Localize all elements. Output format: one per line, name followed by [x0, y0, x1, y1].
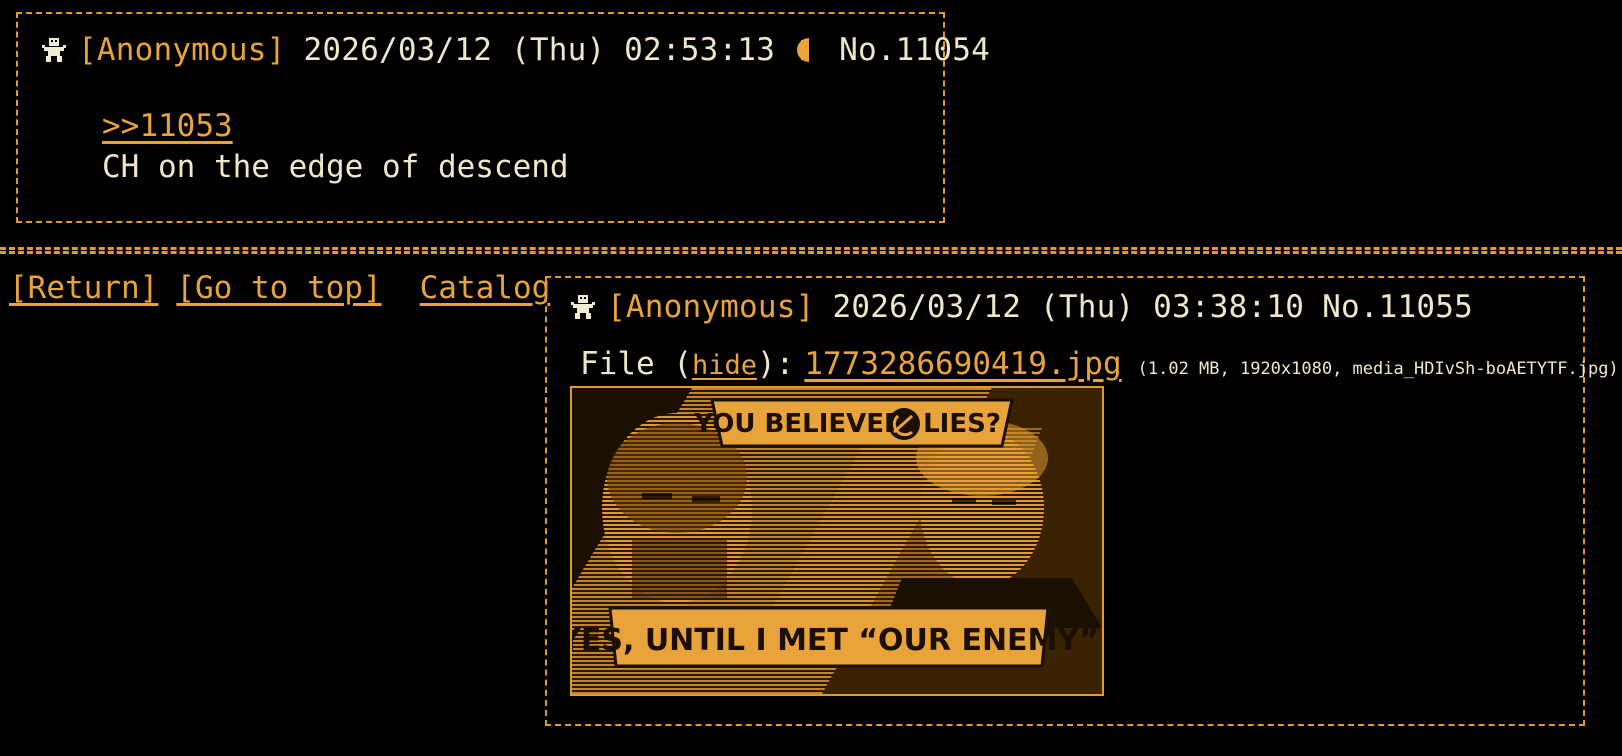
- post-number[interactable]: No.11055: [1322, 289, 1473, 325]
- poster-name: [Anonymous]: [78, 32, 286, 68]
- quote-link[interactable]: >>11053: [102, 108, 233, 144]
- post-header: [Anonymous] 2026/03/12 (Thu) 02:53:13 No…: [40, 32, 990, 68]
- post-date: 2026/03/12 (Thu) 03:38:10: [832, 289, 1305, 325]
- return-link[interactable]: [Return]: [9, 270, 158, 306]
- thread-nav: [Return] [Go to top] Catalog: [9, 270, 568, 306]
- poster-name: [Anonymous]: [607, 289, 815, 325]
- post-header: [Anonymous] 2026/03/12 (Thu) 03:38:10 No…: [569, 289, 1473, 325]
- file-meta: (1.02 MB, 1920x1080, media_HDIvSh-boAETY…: [1137, 359, 1619, 379]
- divider: [0, 251, 1622, 254]
- post-message: CH on the edge of descend: [102, 149, 569, 185]
- catalog-link[interactable]: Catalog: [420, 270, 551, 306]
- post-body: >>11053 CH on the edge of descend: [102, 106, 569, 188]
- file-prefix: File (: [580, 346, 692, 382]
- hide-link[interactable]: hide: [692, 350, 757, 381]
- moon-icon: [793, 36, 813, 64]
- divider: [0, 247, 1622, 250]
- image-caption-top-right: LIES?: [923, 409, 1001, 439]
- file-suffix: ):: [757, 346, 795, 382]
- go-to-top-link[interactable]: [Go to top]: [176, 270, 381, 306]
- post-11054: [Anonymous] 2026/03/12 (Thu) 02:53:13 No…: [16, 12, 990, 223]
- file-link[interactable]: 1773286690419.jpg: [804, 346, 1121, 382]
- robot-icon: [40, 36, 68, 64]
- robot-icon: [569, 293, 597, 321]
- post-date: 2026/03/12 (Thu) 02:53:13: [303, 32, 776, 68]
- post-11055: [Anonymous] 2026/03/12 (Thu) 03:38:10 No…: [545, 276, 1619, 726]
- post-number[interactable]: No.11054: [839, 32, 990, 68]
- image-caption-bottom: YES, UNTIL I MET “OUR ENEMY”: [572, 623, 1099, 658]
- image-caption-top-left: YOU BELIEVED: [693, 409, 905, 439]
- file-info: File ( hide ): 1773286690419.jpg (1.02 M…: [580, 346, 1619, 382]
- post-image[interactable]: YOU BELIEVED LIES? YES, UNTIL I MET “OUR…: [570, 386, 1104, 696]
